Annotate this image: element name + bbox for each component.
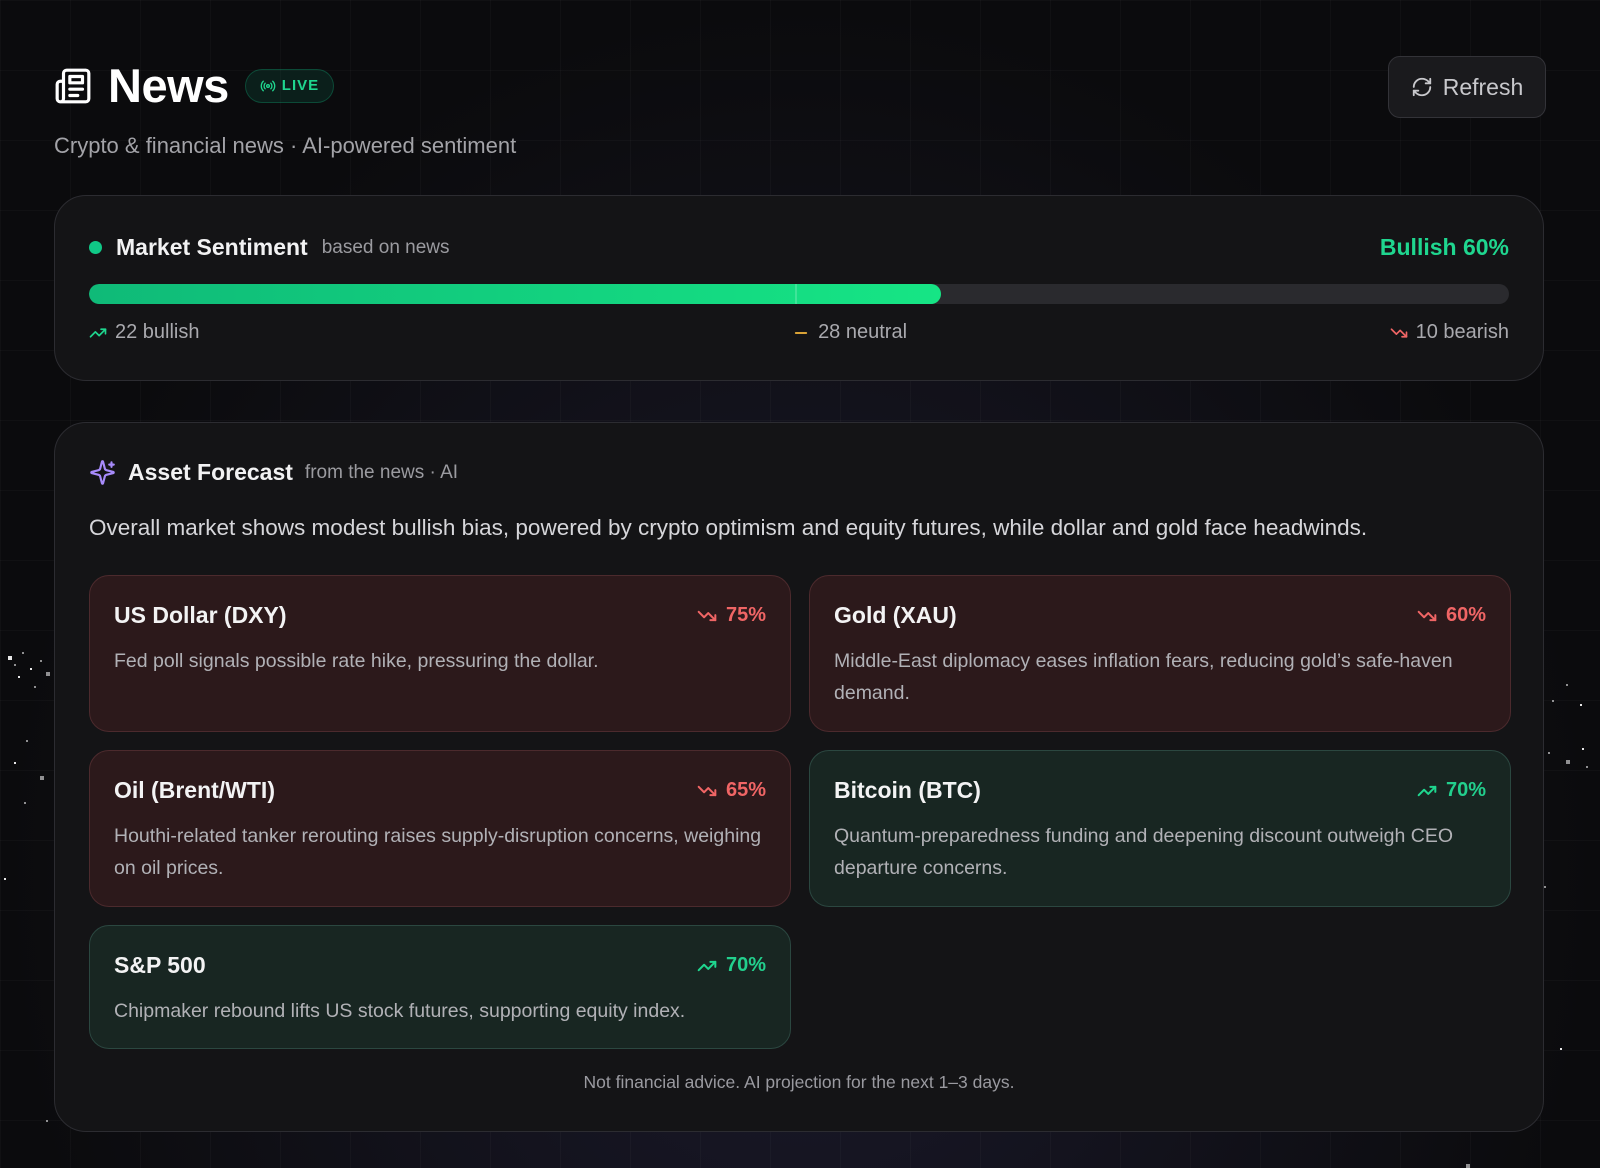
refresh-icon [1411, 76, 1433, 98]
asset-name: US Dollar (DXY) [114, 602, 287, 628]
star-dot [22, 652, 24, 654]
market-sentiment-card: Market Sentiment based on news Bullish 6… [54, 195, 1544, 381]
asset-description: Chipmaker rebound lifts US stock futures… [114, 1000, 686, 1022]
star-dot [34, 686, 36, 688]
sentiment-title: Market Sentiment [116, 234, 308, 260]
asset-description: Houthi-related tanker rerouting raises s… [114, 825, 762, 879]
bearish-count: 10 bearish [1390, 321, 1509, 344]
star-dot [14, 664, 16, 666]
page-title: News [108, 59, 229, 112]
asset-tile: US Dollar (DXY) 75% Fed poll signals pos… [89, 575, 791, 732]
neutral-count: 28 neutral [792, 321, 907, 344]
star-dot [1582, 748, 1584, 750]
trending-down-icon [1414, 606, 1440, 626]
star-dot [24, 802, 26, 804]
bearish-count-label: 10 bearish [1415, 321, 1509, 343]
neutral-count-label: 28 neutral [818, 321, 908, 343]
asset-name: Bitcoin (BTC) [834, 777, 981, 803]
asset-name: S&P 500 [114, 952, 206, 978]
asset-probability: 60% [1445, 604, 1486, 626]
star-dot [1586, 766, 1588, 768]
trending-up-icon [694, 956, 720, 976]
asset-tile: Oil (Brent/WTI) 65% Houthi-related tanke… [89, 750, 791, 907]
live-badge: LIVE [244, 68, 335, 103]
asset-probability: 70% [725, 954, 766, 976]
asset-description: Middle-East diplomacy eases inflation fe… [834, 650, 1453, 704]
sparkles-icon [89, 459, 116, 486]
asset-probability: 70% [1445, 779, 1486, 801]
asset-probability: 65% [725, 779, 766, 801]
star-dot [1544, 886, 1546, 888]
disclaimer: Not financial advice. AI projection for … [583, 1072, 1015, 1092]
star-dot [46, 672, 50, 676]
bullish-count-label: 22 bullish [115, 321, 200, 343]
forecast-subtitle: from the news · AI [304, 461, 459, 483]
star-dot [14, 762, 16, 764]
bullish-count: 22 bullish [89, 321, 200, 344]
star-dot [18, 676, 20, 678]
refresh-button[interactable]: Refresh [1388, 56, 1546, 118]
star-dot [26, 740, 28, 742]
star-dot [1466, 1164, 1470, 1168]
asset-forecast-card: Asset Forecast from the news · AI Overal… [54, 422, 1544, 1132]
asset-name: Oil (Brent/WTI) [114, 777, 275, 803]
trending-down-icon [694, 781, 720, 801]
star-dot [4, 878, 6, 880]
sentiment-value: Bullish 60% [1379, 234, 1509, 260]
asset-probability: 75% [725, 604, 766, 626]
asset-description: Quantum-preparedness funding and deepeni… [834, 825, 1454, 879]
status-dot [89, 241, 102, 254]
trending-up-icon [89, 324, 107, 342]
sentiment-subtitle: based on news [321, 236, 450, 258]
newspaper-icon [54, 67, 92, 105]
asset-description: Fed poll signals possible rate hike, pre… [114, 650, 599, 672]
star-dot [40, 660, 42, 662]
page-header: News LIVE Crypto & financial news · AI-p… [54, 56, 1546, 158]
asset-tile: Bitcoin (BTC) 70% Quantum-preparedness f… [809, 750, 1511, 907]
refresh-label: Refresh [1442, 73, 1524, 100]
star-dot [46, 1120, 48, 1122]
trending-down-icon [1390, 324, 1408, 342]
forecast-title: Asset Forecast [128, 459, 293, 485]
sentiment-bar-midline [794, 284, 797, 304]
star-dot [8, 656, 12, 660]
star-dot [40, 776, 44, 780]
star-dot [1552, 700, 1554, 702]
sentiment-bar [89, 284, 1509, 304]
page-subtitle: Crypto & financial news · AI-powered sen… [54, 133, 517, 158]
radio-signal-icon [260, 78, 276, 94]
asset-name: Gold (XAU) [834, 602, 957, 628]
star-dot [30, 668, 32, 670]
star-dot [1560, 1048, 1562, 1050]
sentiment-bar-fill [89, 284, 941, 304]
star-dot [1580, 704, 1582, 706]
trending-down-icon [694, 606, 720, 626]
asset-tile: S&P 500 70% Chipmaker rebound lifts US s… [89, 925, 791, 1049]
live-label: LIVE [281, 77, 320, 94]
forecast-summary: Overall market shows modest bullish bias… [89, 515, 1368, 540]
asset-tile: Gold (XAU) 60% Middle-East diplomacy eas… [809, 575, 1511, 732]
star-dot [1548, 752, 1550, 754]
trending-up-icon [1414, 781, 1440, 801]
star-dot [1566, 684, 1568, 686]
star-dot [1566, 760, 1570, 764]
minus-icon [792, 324, 810, 342]
